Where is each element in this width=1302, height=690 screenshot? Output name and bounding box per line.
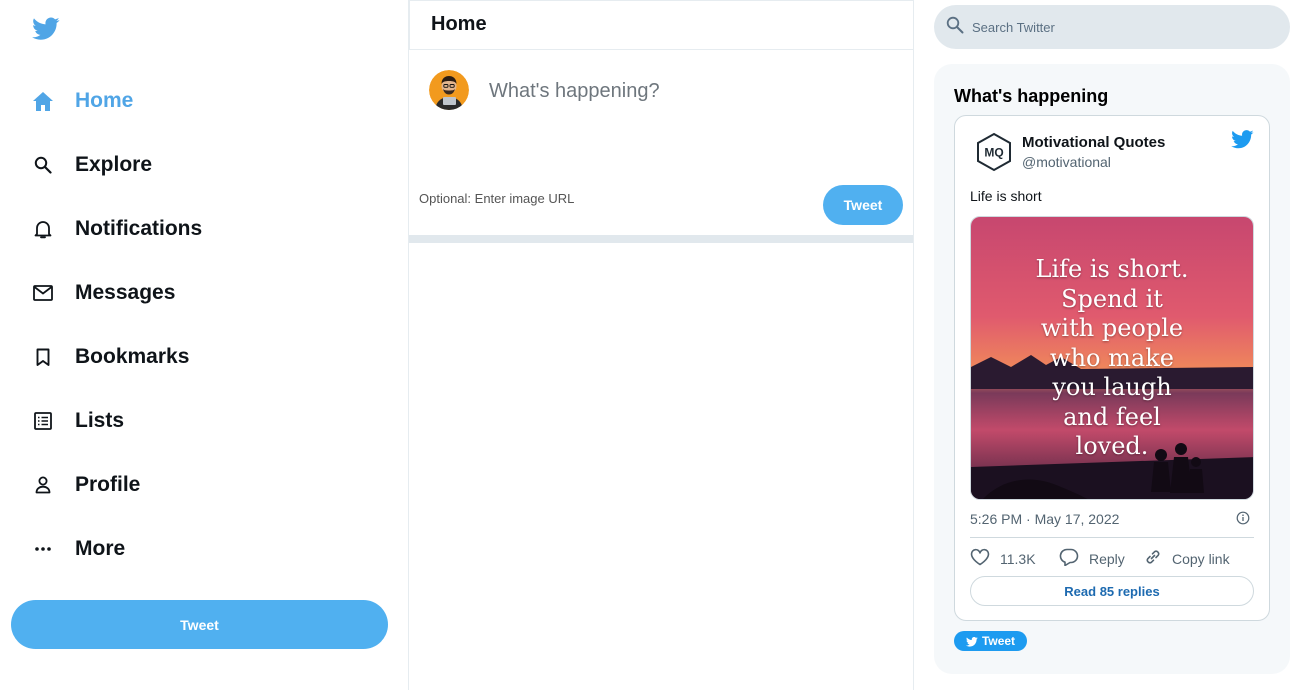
embed-author-name[interactable]: Motivational Quotes bbox=[1022, 134, 1165, 151]
reply-bubble-icon bbox=[1059, 548, 1079, 569]
search-icon bbox=[946, 16, 964, 39]
like-count: 11.3K bbox=[1000, 550, 1036, 567]
embed-timestamp[interactable]: 5:26 PM · May 17, 2022 bbox=[970, 511, 1119, 527]
twitter-bird-icon bbox=[965, 636, 978, 647]
compose-tweet-input[interactable] bbox=[489, 76, 889, 106]
nav-label: Lists bbox=[75, 409, 125, 432]
avatar[interactable]: MQ bbox=[975, 132, 1013, 172]
person-icon bbox=[31, 473, 55, 497]
search-icon bbox=[31, 153, 55, 177]
embedded-tweet[interactable]: MQ Motivational Quotes @motivational Lif… bbox=[954, 115, 1270, 621]
search-box[interactable] bbox=[934, 5, 1290, 49]
nav-lists[interactable]: Lists bbox=[31, 401, 124, 441]
nav-label: Profile bbox=[75, 473, 141, 496]
more-dots-icon bbox=[31, 537, 55, 561]
heart-icon bbox=[970, 548, 990, 569]
main-header: Home bbox=[409, 0, 913, 50]
embed-tweet-button-label: Tweet bbox=[981, 634, 1016, 648]
embed-author-handle[interactable]: @motivational bbox=[1022, 154, 1111, 170]
nav-label: Bookmarks bbox=[75, 345, 190, 368]
twitter-bird-icon[interactable] bbox=[32, 17, 60, 43]
nav-label: Explore bbox=[75, 153, 153, 176]
info-icon[interactable] bbox=[1236, 511, 1250, 525]
whats-happening-panel: What's happening MQ Motivational Quotes … bbox=[934, 64, 1290, 674]
avatar[interactable] bbox=[429, 70, 469, 110]
nav-home[interactable]: Home bbox=[31, 81, 133, 121]
embed-separator bbox=[970, 537, 1254, 538]
embed-tweet-image[interactable]: Life is short. Spend it with people who … bbox=[970, 216, 1254, 500]
twitter-bird-icon[interactable] bbox=[1231, 130, 1255, 150]
image-quote-text: Life is short. Spend it with people who … bbox=[1035, 255, 1189, 460]
nav-profile[interactable]: Profile bbox=[31, 465, 140, 505]
compose-tweet-button[interactable]: Tweet bbox=[823, 185, 903, 225]
reply-label: Reply bbox=[1089, 550, 1125, 567]
panel-title: What's happening bbox=[954, 86, 1109, 106]
composer-divider bbox=[409, 235, 913, 243]
image-url-input[interactable] bbox=[419, 189, 719, 207]
list-icon bbox=[31, 409, 55, 433]
nav-label: Notifications bbox=[75, 217, 203, 240]
copy-link-label: Copy link bbox=[1172, 550, 1230, 567]
search-input[interactable] bbox=[972, 19, 1272, 35]
avatar-text: MQ bbox=[984, 146, 1003, 160]
sidebar-tweet-button[interactable]: Tweet bbox=[11, 600, 388, 649]
read-replies-button[interactable]: Read 85 replies bbox=[970, 576, 1254, 606]
nav-label: More bbox=[75, 537, 126, 560]
like-action[interactable]: 11.3K bbox=[970, 548, 1036, 569]
nav-explore[interactable]: Explore bbox=[31, 145, 152, 185]
bell-icon bbox=[31, 217, 55, 241]
nav-notifications[interactable]: Notifications bbox=[31, 209, 202, 249]
home-icon bbox=[31, 89, 55, 113]
mail-icon bbox=[31, 281, 55, 305]
embed-tweet-text: Life is short bbox=[970, 188, 1042, 204]
nav-more[interactable]: More bbox=[31, 529, 125, 569]
nav-label: Home bbox=[75, 89, 134, 112]
copy-link-action[interactable]: Copy link bbox=[1144, 548, 1230, 569]
page-title: Home bbox=[431, 13, 487, 35]
nav-bookmarks[interactable]: Bookmarks bbox=[31, 337, 189, 377]
link-icon bbox=[1144, 548, 1162, 569]
sidebar: Home Explore Notifications Messages Book… bbox=[0, 0, 409, 690]
nav-label: Messages bbox=[75, 281, 176, 304]
nav-messages[interactable]: Messages bbox=[31, 273, 175, 313]
main-column: Home Tweet bbox=[409, 0, 914, 690]
reply-action[interactable]: Reply bbox=[1059, 548, 1125, 569]
bookmark-icon bbox=[31, 345, 55, 369]
embed-tweet-button[interactable]: Tweet bbox=[954, 631, 1027, 651]
